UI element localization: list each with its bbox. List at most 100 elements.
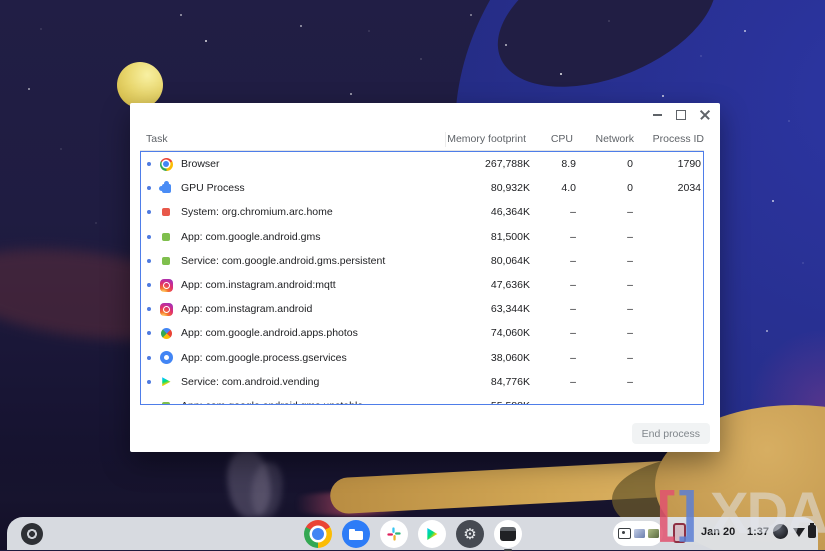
instagram-icon [159, 278, 173, 292]
task-name: Service: com.google.android.gms.persiste… [181, 254, 386, 267]
process-bullet-icon [147, 403, 151, 404]
memory-value: 74,060K [490, 327, 530, 340]
memory-value: 55,588K [456, 400, 530, 404]
task-row[interactable]: System: org.chromium.arc.home 46,364K – … [141, 200, 703, 224]
date-label[interactable]: Jan 20 [701, 526, 735, 538]
memory-value: 46,364K [490, 206, 530, 219]
settings-icon[interactable]: ⚙ [456, 520, 484, 548]
process-bullet-icon [147, 331, 151, 336]
task-manager-window: Task Memory footprint CPU Network Proces… [130, 103, 720, 452]
process-bullet-icon [147, 258, 151, 263]
network-value: – [627, 375, 633, 388]
cpu-value: – [570, 375, 576, 388]
instagram-icon [159, 302, 173, 316]
terminal-icon[interactable] [494, 520, 522, 551]
task-name: System: org.chromium.arc.home [181, 206, 333, 219]
battery-icon[interactable] [808, 523, 816, 538]
task-row[interactable]: App: com.instagram.android 63,344K – – [141, 297, 703, 321]
wifi-icon[interactable] [793, 527, 805, 537]
cpu-value: – [570, 206, 576, 219]
process-bullet-icon [147, 162, 151, 167]
phone-hub-icon[interactable] [673, 523, 686, 543]
memory-value: 84,776K [490, 375, 530, 388]
puzzle-icon [159, 181, 173, 195]
screenshot-thumbnail[interactable] [634, 529, 645, 538]
network-value: – [627, 230, 633, 243]
memory-value: 267,788K [485, 158, 530, 171]
android-green-icon [159, 399, 173, 404]
memory-value: 80,064K [490, 254, 530, 267]
close-button[interactable] [698, 108, 712, 122]
task-name: App: com.google.android.gms [181, 230, 321, 243]
column-header-cpu[interactable]: CPU [526, 132, 573, 147]
photos-icon [159, 326, 173, 340]
task-table-body: Browser 267,788K 8.9 0 1790 GPU Process … [140, 151, 704, 405]
play-store-icon[interactable] [418, 520, 446, 548]
process-bullet-icon [147, 307, 151, 312]
maximize-icon [676, 110, 686, 120]
close-icon [700, 110, 710, 120]
shelf: ⚙ Jan 20 1:37 [7, 517, 818, 551]
column-header-pid[interactable]: Process ID [634, 132, 704, 147]
column-header-network[interactable]: Network [573, 132, 634, 147]
chrome-icon [159, 157, 173, 171]
end-process-button[interactable]: End process [631, 423, 710, 444]
maximize-button[interactable] [674, 108, 688, 122]
cpu-value: – [570, 351, 576, 364]
process-bullet-icon [147, 210, 151, 215]
network-value: – [627, 206, 633, 219]
column-header-task[interactable]: Task [140, 132, 446, 147]
pid-value: 2034 [677, 182, 701, 195]
network-value: 0 [627, 158, 633, 171]
task-name: App: com.google.process.gservices [181, 351, 347, 364]
memory-value: 47,636K [490, 279, 530, 292]
gservices-icon [159, 351, 173, 365]
memory-value: 38,060K [490, 351, 530, 364]
memory-value: 81,500K [490, 230, 530, 243]
process-bullet-icon [147, 379, 151, 384]
arc-home-icon [159, 205, 173, 219]
column-header-memory[interactable]: Memory footprint [446, 132, 526, 147]
screenshot-thumbnail[interactable] [648, 529, 659, 538]
task-name: Browser [181, 158, 220, 171]
process-bullet-icon [147, 355, 151, 360]
stars [0, 0, 2, 2]
tote-tray[interactable] [613, 521, 663, 546]
task-name: GPU Process [181, 182, 245, 195]
task-row[interactable]: Service: com.android.vending 84,776K – – [141, 370, 703, 394]
avatar[interactable] [773, 524, 788, 539]
network-value: – [627, 351, 633, 364]
task-row[interactable]: App: com.google.android.gms.unstable 55,… [141, 394, 703, 404]
task-row[interactable]: App: com.google.android.apps.photos 74,0… [141, 321, 703, 345]
cpu-value: – [570, 327, 576, 340]
network-value: – [627, 327, 633, 340]
network-value: – [627, 279, 633, 292]
process-bullet-icon [147, 283, 151, 288]
task-row[interactable]: App: com.google.process.gservices 38,060… [141, 346, 703, 370]
task-name: App: com.google.android.apps.photos [181, 327, 358, 340]
slack-icon[interactable] [380, 520, 408, 548]
task-name: App: com.google.android.gms.unstable [181, 400, 456, 404]
task-name: App: com.instagram.android:mqtt [181, 279, 336, 292]
network-value: – [627, 303, 633, 316]
cpu-value: – [570, 303, 576, 316]
launcher-button[interactable] [21, 523, 43, 545]
slack-glyph [387, 527, 401, 541]
time-label[interactable]: 1:37 [747, 526, 769, 538]
task-row[interactable]: Service: com.google.android.gms.persiste… [141, 249, 703, 273]
network-value: – [627, 254, 633, 267]
task-row[interactable]: App: com.instagram.android:mqtt 47,636K … [141, 273, 703, 297]
files-icon[interactable] [342, 520, 370, 548]
task-row[interactable]: Browser 267,788K 8.9 0 1790 [141, 152, 703, 176]
task-row[interactable]: GPU Process 80,932K 4.0 0 2034 [141, 176, 703, 200]
task-table: Task Memory footprint CPU Network Proces… [140, 129, 704, 405]
task-row[interactable]: App: com.google.android.gms 81,500K – – [141, 225, 703, 249]
chrome-icon[interactable] [304, 520, 332, 548]
window-titlebar[interactable] [130, 103, 720, 127]
play-triangle-glyph [427, 528, 438, 540]
memory-value: 80,932K [490, 182, 530, 195]
minimize-icon [652, 114, 662, 116]
minimize-button[interactable] [650, 108, 664, 122]
pid-value: 1790 [677, 158, 701, 171]
network-value: 0 [627, 182, 633, 195]
